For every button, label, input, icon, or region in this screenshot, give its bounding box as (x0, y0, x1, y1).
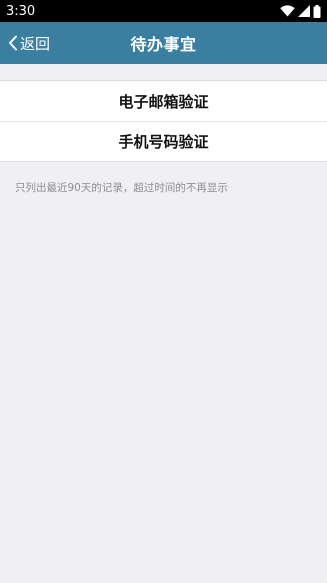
battery-icon (313, 4, 321, 18)
back-button[interactable]: 返回 (8, 22, 50, 64)
email-verification-item[interactable]: 电子邮箱验证 (0, 81, 327, 121)
verification-list: 电子邮箱验证 手机号码验证 (0, 80, 327, 162)
records-note: 只列出最近90天的记录，超过时间的不再显示 (15, 182, 228, 194)
status-time: 3:30 (6, 3, 36, 19)
signal-icon (298, 5, 310, 17)
nav-bar: 返回 待办事宜 (0, 22, 327, 64)
phone-verification-item[interactable]: 手机号码验证 (0, 121, 327, 161)
page-title: 待办事宜 (130, 35, 197, 54)
chevron-left-icon (8, 35, 18, 51)
status-bar: 3:30 (0, 0, 327, 22)
status-icons (280, 4, 321, 18)
wifi-icon (280, 5, 295, 17)
back-label: 返回 (20, 34, 51, 53)
